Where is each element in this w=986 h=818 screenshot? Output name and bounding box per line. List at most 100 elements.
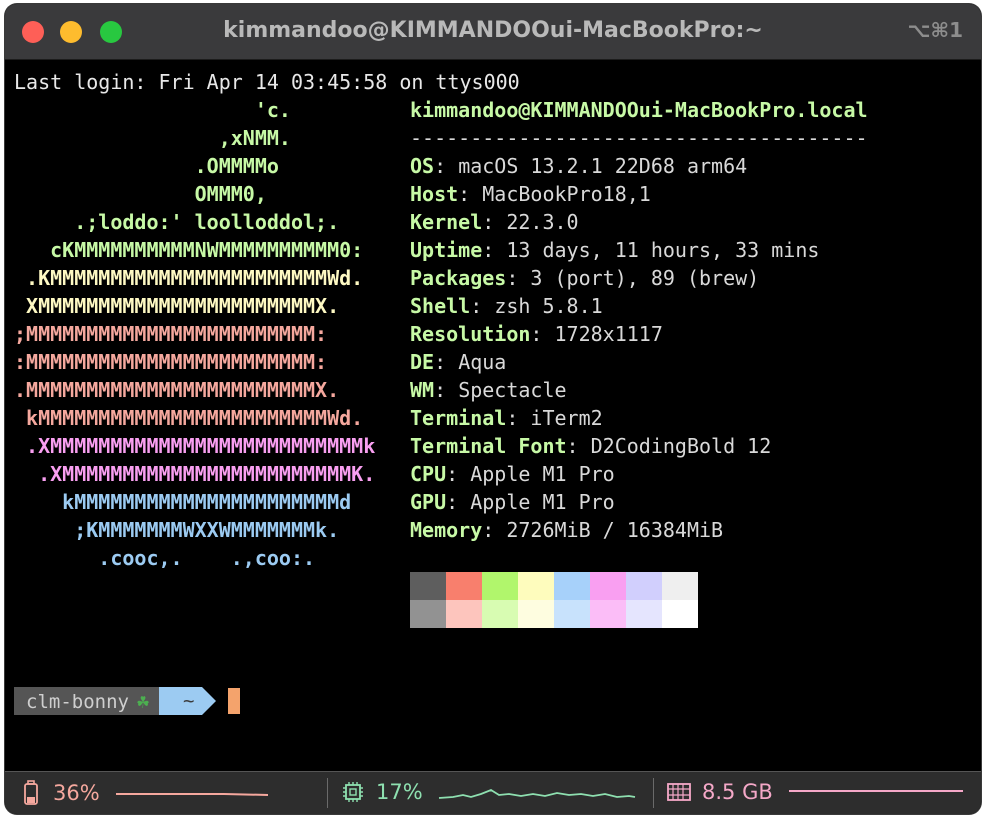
- info-key: Shell: [410, 294, 471, 318]
- logo-line: .XMMMMMMMMMMMMMMMMMMMMMMMMMMk: [14, 434, 376, 458]
- logo-line: 'c.: [14, 98, 291, 122]
- color-swatch: [662, 572, 698, 600]
- cpu-icon: [343, 782, 363, 802]
- color-swatch: [410, 572, 446, 600]
- tab-shortcut: ⌥⌘1: [907, 18, 963, 42]
- terminal-window: kimmandoo@KIMMANDOOui-MacBookPro:~ ⌥⌘1 L…: [5, 4, 981, 814]
- battery-icon: [24, 780, 38, 805]
- separator-line: --------------------------------------: [410, 126, 868, 150]
- info-key: Terminal: [410, 406, 507, 430]
- info-value: 13 days, 11 hours, 33 mins: [506, 238, 820, 262]
- logo-line: ,xNMM.: [14, 126, 291, 150]
- color-swatch: [554, 600, 590, 628]
- info-key: DE: [410, 350, 435, 374]
- color-swatch: [482, 600, 518, 628]
- info-row: Host: MacBookPro18,1: [410, 182, 651, 206]
- info-row: WM: Spectacle: [410, 378, 567, 402]
- info-value: 3 (port), 89 (brew): [530, 266, 760, 290]
- logo-line: .KMMMMMMMMMMMMMMMMMMMMMMMWd.: [14, 266, 364, 290]
- color-palette-top: [410, 572, 698, 600]
- prompt-user: clm-bonny: [26, 691, 129, 713]
- prompt-dir-segment: ~: [159, 687, 203, 715]
- color-swatch: [446, 572, 482, 600]
- status-divider: [653, 778, 654, 808]
- cpu-sparkline: [438, 788, 635, 799]
- color-palette-bottom: [410, 600, 698, 628]
- color-swatch: [518, 572, 554, 600]
- info-value: 2726MiB / 16384MiB: [506, 518, 724, 542]
- logo-line: OMMM0,: [14, 182, 267, 206]
- info-value: Aqua: [458, 350, 507, 374]
- info-value: iTerm2: [530, 406, 603, 430]
- info-row: Resolution: 1728x1117: [410, 322, 663, 346]
- status-divider: [327, 778, 328, 808]
- info-row: GPU: Apple M1 Pro: [410, 490, 615, 514]
- logo-line: kMMMMMMMMMMMMMMMMMMMMMMMMWd.: [14, 406, 364, 430]
- memory-sparkline: [788, 790, 963, 792]
- logo-line: ;KMMMMMMMWXXWMMMMMMMk.: [14, 518, 340, 542]
- info-value: macOS 13.2.1 22D68 arm64: [458, 154, 748, 178]
- info-value: zsh 5.8.1: [494, 294, 603, 318]
- color-swatch: [590, 600, 626, 628]
- host-header: kimmandoo@KIMMANDOOui-MacBookPro.local: [410, 98, 868, 122]
- info-key: WM: [410, 378, 435, 402]
- info-value: Apple M1 Pro: [470, 490, 615, 514]
- info-row: Terminal Font: D2CodingBold 12: [410, 434, 772, 458]
- logo-line: kMMMMMMMMMMMMMMMMMMMMMMd: [14, 490, 352, 514]
- battery-percent: 36%: [53, 781, 100, 805]
- info-key: Memory: [410, 518, 483, 542]
- info-key: Kernel: [410, 210, 483, 234]
- prompt-arrow-icon: [202, 687, 217, 715]
- cpu-percent: 17%: [376, 780, 423, 804]
- logo-line: cKMMMMMMMMMMNWMMMMMMMMMM0:: [14, 238, 364, 262]
- color-swatch: [626, 600, 662, 628]
- info-key: GPU: [410, 490, 447, 514]
- logo-line: XMMMMMMMMMMMMMMMMMMMMMMMX.: [14, 294, 340, 318]
- shell-prompt: clm-bonny ☘ ~: [14, 687, 241, 715]
- logo-line: ;MMMMMMMMMMMMMMMMMMMMMMMM:: [14, 322, 328, 346]
- memory-status: 8.5 GB: [666, 780, 967, 804]
- info-row: Memory: 2726MiB / 16384MiB: [410, 518, 724, 542]
- info-row: CPU: Apple M1 Pro: [410, 462, 615, 486]
- color-swatch: [590, 572, 626, 600]
- terminal-content[interactable]: Last login: Fri Apr 14 03:45:58 on ttys0…: [5, 59, 981, 769]
- last-login-line: Last login: Fri Apr 14 03:45:58 on ttys0…: [14, 70, 520, 94]
- color-swatch: [482, 572, 518, 600]
- info-value: 22.3.0: [506, 210, 579, 234]
- color-swatch: [518, 600, 554, 628]
- info-key: Packages: [410, 266, 507, 290]
- info-key: OS: [410, 154, 435, 178]
- logo-line: .MMMMMMMMMMMMMMMMMMMMMMMMX.: [14, 378, 340, 402]
- color-swatch: [554, 572, 590, 600]
- color-swatch: [626, 572, 662, 600]
- color-swatch: [662, 600, 698, 628]
- info-key: CPU: [410, 462, 447, 486]
- info-row: Kernel: 22.3.0: [410, 210, 579, 234]
- info-value: MacBookPro18,1: [482, 182, 651, 206]
- text-cursor[interactable]: [228, 688, 241, 714]
- prompt-dir: ~: [183, 690, 195, 712]
- info-value: Apple M1 Pro: [470, 462, 615, 486]
- info-row: Shell: zsh 5.8.1: [410, 294, 603, 318]
- info-key: Host: [410, 182, 459, 206]
- info-row: OS: macOS 13.2.1 22D68 arm64: [410, 154, 748, 178]
- info-row: Terminal: iTerm2: [410, 406, 603, 430]
- logo-line: .;loddo:' loolloddol;.: [14, 210, 340, 234]
- logo-line: :MMMMMMMMMMMMMMMMMMMMMMMM:: [14, 350, 328, 374]
- clover-icon: ☘: [136, 689, 149, 713]
- info-row: Packages: 3 (port), 89 (brew): [410, 266, 760, 290]
- memory-icon: [667, 783, 691, 801]
- battery-status: 36%: [23, 780, 274, 806]
- info-value: Spectacle: [458, 378, 567, 402]
- cpu-status: 17%: [342, 780, 637, 804]
- memory-used: 8.5 GB: [702, 780, 773, 804]
- info-key: Resolution: [410, 322, 531, 346]
- logo-line: .cooc,. .,coo:.: [14, 546, 316, 570]
- logo-line: .OMMMMo: [14, 154, 279, 178]
- color-swatch: [410, 600, 446, 628]
- info-row: Uptime: 13 days, 11 hours, 33 mins: [410, 238, 820, 262]
- title-bar: kimmandoo@KIMMANDOOui-MacBookPro:~ ⌥⌘1: [5, 4, 981, 60]
- window-title: kimmandoo@KIMMANDOOui-MacBookPro:~: [223, 18, 763, 43]
- info-key: Uptime: [410, 238, 483, 262]
- info-value: 1728x1117: [554, 322, 663, 346]
